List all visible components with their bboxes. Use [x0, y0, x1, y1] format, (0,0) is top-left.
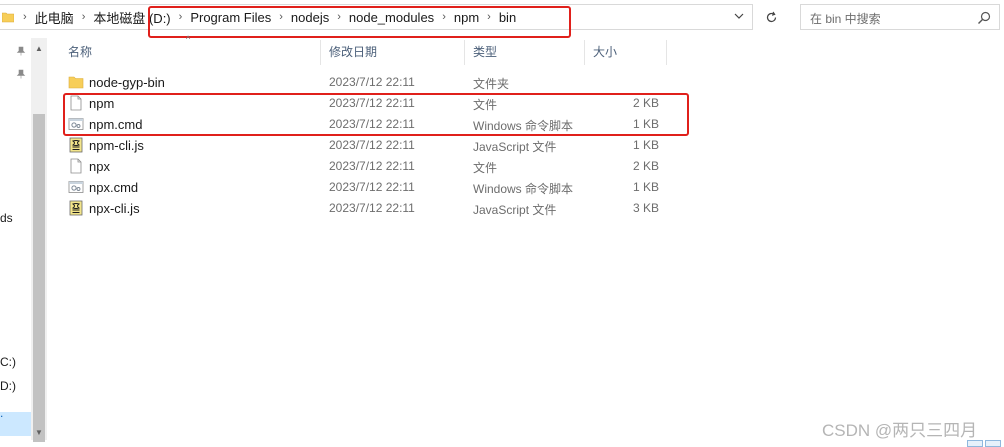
file-size: 1 KB — [632, 117, 659, 131]
file-type: JavaScript 文件 — [473, 203, 557, 217]
breadcrumb-nodejs[interactable]: nodejs — [288, 10, 332, 25]
search-input[interactable]: 在 bin 中搜索 — [800, 4, 1000, 30]
file-row[interactable]: npm-cli.js 2023/7/12 22:11 JavaScript 文件 1 … — [62, 135, 668, 156]
nav-item-downloads[interactable]: ds — [0, 211, 13, 225]
search-icon[interactable] — [977, 11, 991, 25]
file-row[interactable]: npx 2023/7/12 22:11 文件 2 KB — [62, 156, 668, 177]
chevron-right-icon[interactable]: › — [437, 11, 451, 23]
file-size: 2 KB — [632, 96, 659, 110]
refresh-icon — [766, 11, 776, 22]
breadcrumb-this-pc[interactable]: 此电脑 — [32, 8, 77, 27]
file-row[interactable]: node-gyp-bin 2023/7/12 22:11 文件夹 — [62, 72, 668, 93]
file-row[interactable]: npm.cmd 2023/7/12 22:11 Windows 命令脚本 1 KB — [62, 114, 668, 135]
navigation-scrollbar[interactable]: ▲ ▼ — [31, 38, 47, 442]
chevron-right-icon[interactable]: › — [482, 11, 496, 23]
file-size: 3 KB — [632, 201, 659, 215]
search-placeholder: 在 bin 中搜索 — [810, 12, 881, 26]
breadcrumb-bin[interactable]: bin — [496, 10, 519, 25]
file-type: Windows 命令脚本 — [473, 119, 574, 133]
file-type: Windows 命令脚本 — [473, 182, 574, 196]
file-type: JavaScript 文件 — [473, 140, 557, 154]
pin-icon[interactable] — [16, 46, 26, 56]
file-name: npx.cmd — [89, 180, 139, 195]
file-row[interactable]: npm 2023/7/12 22:11 文件 2 KB — [62, 93, 668, 114]
file-icon — [70, 158, 82, 174]
chevron-down-icon — [734, 13, 744, 19]
scroll-down-arrow-icon[interactable]: ▼ — [31, 424, 47, 440]
chevron-right-icon[interactable]: › — [77, 11, 91, 23]
breadcrumb-program-files[interactable]: Program Files — [187, 10, 274, 25]
file-size: 1 KB — [632, 180, 659, 194]
chevron-right-icon[interactable]: › — [274, 11, 288, 23]
breadcrumb-node-modules[interactable]: node_modules — [346, 10, 437, 25]
nav-item-drive-c[interactable]: C:) — [0, 355, 16, 369]
js-file-icon — [69, 137, 83, 153]
file-date-modified: 2023/7/12 22:11 — [329, 117, 415, 131]
file-size: 1 KB — [632, 138, 659, 152]
file-date-modified: 2023/7/12 22:11 — [329, 75, 415, 89]
column-header-row: ^ 名称 修改日期 类型 大小 — [60, 34, 670, 65]
file-type: 文件 — [473, 161, 498, 175]
scroll-up-arrow-icon[interactable]: ▲ — [31, 40, 47, 56]
file-date-modified: 2023/7/12 22:11 — [329, 180, 415, 194]
file-size: 2 KB — [632, 159, 659, 173]
column-header-date[interactable]: 修改日期 — [321, 40, 465, 65]
scrollbar-thumb[interactable] — [33, 114, 45, 442]
refresh-button[interactable] — [757, 4, 785, 30]
file-type: 文件夹 — [473, 77, 510, 91]
folder-icon — [2, 12, 14, 23]
file-row[interactable]: npx-cli.js 2023/7/12 22:11 JavaScript 文件 3 … — [62, 198, 668, 219]
file-name: npx-cli.js — [89, 201, 140, 216]
details-view-button[interactable] — [967, 440, 983, 447]
nav-item-partial-label: . — [0, 406, 4, 420]
file-icon — [70, 95, 82, 111]
folder-icon — [68, 76, 84, 89]
file-date-modified: 2023/7/12 22:11 — [329, 96, 415, 110]
file-name: npm.cmd — [89, 117, 143, 132]
pin-icon[interactable] — [16, 69, 26, 79]
file-date-modified: 2023/7/12 22:11 — [329, 159, 415, 173]
file-row[interactable]: npx.cmd 2023/7/12 22:11 Windows 命令脚本 1 KB — [62, 177, 668, 198]
breadcrumb-npm[interactable]: npm — [451, 10, 482, 25]
file-type: 文件 — [473, 98, 498, 112]
breadcrumb: › 此电脑 › 本地磁盘 (D:) › Program Files › node… — [18, 5, 519, 29]
chevron-right-icon[interactable]: › — [18, 11, 32, 23]
column-header-size[interactable]: 大小 — [585, 40, 667, 65]
js-file-icon — [69, 200, 83, 216]
address-history-dropdown[interactable] — [727, 4, 751, 28]
nav-item-drive-d[interactable]: D:) — [0, 379, 16, 393]
chevron-right-icon[interactable]: › — [332, 11, 346, 23]
address-bar[interactable]: › 此电脑 › 本地磁盘 (D:) › Program Files › node… — [0, 4, 753, 30]
watermark: CSDN @两只三四月 — [822, 421, 978, 440]
file-date-modified: 2023/7/12 22:11 — [329, 201, 415, 215]
file-name: npm-cli.js — [89, 138, 144, 153]
breadcrumb-local-disk-d[interactable]: 本地磁盘 (D:) — [90, 8, 173, 27]
file-name: node-gyp-bin — [89, 75, 165, 90]
cmd-script-icon — [68, 181, 84, 193]
cmd-script-icon — [68, 118, 84, 130]
file-name: npm — [89, 96, 115, 111]
column-header-type[interactable]: 类型 — [465, 40, 585, 65]
chevron-right-icon[interactable]: › — [174, 11, 188, 23]
nav-item-drive-d-selected[interactable] — [0, 412, 31, 436]
address-row: › 此电脑 › 本地磁盘 (D:) › Program Files › node… — [0, 0, 1004, 34]
column-header-name[interactable]: 名称 — [60, 40, 321, 65]
file-date-modified: 2023/7/12 22:11 — [329, 138, 415, 152]
file-name: npx — [89, 159, 110, 174]
large-icons-view-button[interactable] — [985, 440, 1001, 447]
